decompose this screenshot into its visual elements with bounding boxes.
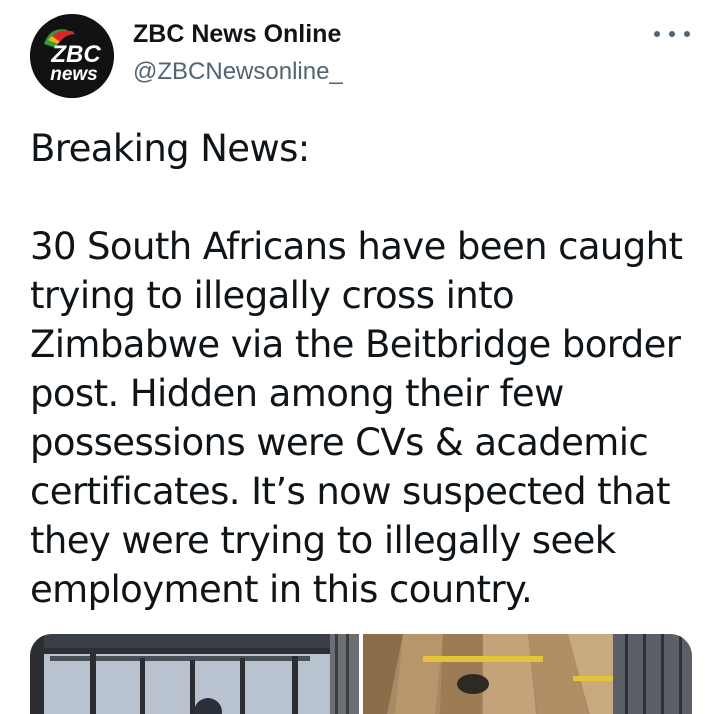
logo-text-bottom: news — [50, 64, 98, 85]
more-dot — [684, 31, 690, 37]
tweet[interactable]: ZBC news ZBC News Online @ZBCNewsonline_… — [0, 0, 720, 714]
photo-image — [363, 634, 692, 714]
tweet-paragraph: 30 South Africans have been caught tryin… — [30, 225, 683, 611]
tweet-text: Breaking News: 30 South Africans have be… — [30, 124, 700, 614]
tweet-paragraph: Breaking News: — [30, 127, 310, 170]
zbc-logo-icon: ZBC news — [30, 14, 114, 98]
more-horizontal-icon[interactable] — [654, 20, 690, 48]
author-display-name[interactable]: ZBC News Online — [133, 18, 343, 50]
photo-image — [30, 634, 359, 714]
more-dot — [654, 31, 660, 37]
tweet-header: ZBC news ZBC News Online @ZBCNewsonline_ — [30, 14, 690, 98]
media-photo-right[interactable] — [363, 634, 692, 714]
avatar[interactable]: ZBC news — [30, 14, 114, 98]
tweet-media[interactable] — [30, 634, 692, 714]
author-handle[interactable]: @ZBCNewsonline_ — [133, 56, 343, 88]
more-dot — [669, 31, 675, 37]
author-names: ZBC News Online @ZBCNewsonline_ — [133, 18, 343, 88]
media-photo-left[interactable] — [30, 634, 359, 714]
